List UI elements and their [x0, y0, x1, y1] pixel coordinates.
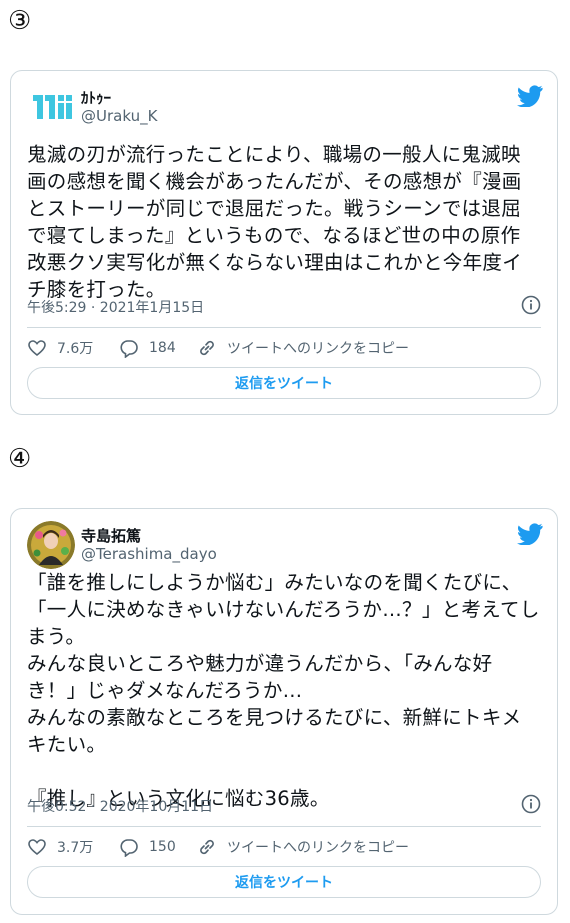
link-icon [200, 340, 214, 356]
reply-action[interactable]: 150 [119, 836, 176, 858]
display-name[interactable]: 寺島拓篤 [81, 525, 141, 546]
copy-link-label: ツイートへのリンクをコピー [227, 840, 409, 856]
tweet-card-2[interactable]: 寺島拓篤 @Terashima_dayo 「誰を推しにしようか悩む」みたいなのを… [10, 508, 558, 915]
reply-tweet-button[interactable]: 返信をツイート [27, 367, 541, 399]
like-action[interactable]: 3.7万 [27, 836, 93, 858]
user-handle[interactable]: @Uraku_K [81, 107, 157, 125]
like-action[interactable]: 7.6万 [27, 337, 93, 359]
avatar[interactable] [27, 521, 75, 569]
copy-link-action[interactable]: ツイートへのリンクをコピー [197, 836, 409, 858]
reply-count: 184 [149, 340, 176, 356]
info-icon[interactable] [521, 295, 541, 315]
twitter-bird-icon[interactable] [517, 523, 543, 545]
section-marker-3: ③ [8, 6, 32, 36]
tweet-header: 寺島拓篤 @Terashima_dayo [27, 521, 543, 569]
tweet-text: 「誰を推しにしようか悩む」みたいなのを聞くたびに、 「一人に決めなきゃいけないん… [27, 571, 540, 810]
reply-count: 150 [149, 839, 176, 855]
copy-link-label: ツイートへのリンクをコピー [227, 341, 409, 357]
tweet-timestamp[interactable]: 午後0:52 · 2020年10月11日 [27, 796, 213, 816]
link-icon [200, 839, 214, 855]
user-handle[interactable]: @Terashima_dayo [81, 545, 217, 563]
twitter-bird-icon[interactable] [517, 85, 543, 107]
reply-icon [120, 340, 138, 358]
section-marker-4: ④ [8, 444, 32, 474]
divider [27, 826, 541, 827]
display-name[interactable]: ｶﾄｩｰ [81, 87, 111, 108]
like-count: 7.6万 [57, 341, 94, 357]
reply-tweet-button[interactable]: 返信をツイート [27, 866, 541, 898]
profile-photo-icon [27, 521, 75, 569]
heart-icon [28, 340, 46, 357]
reply-action[interactable]: 184 [119, 337, 176, 359]
copy-link-action[interactable]: ツイートへのリンクをコピー [197, 337, 409, 359]
tweet-actions: 7.6万 184 ツイートへのリンクをコピー [27, 337, 547, 361]
tweet-actions: 3.7万 150 ツイートへのリンクをコピー [27, 836, 547, 860]
info-icon[interactable] [521, 794, 541, 814]
like-count: 3.7万 [57, 840, 94, 856]
logo-avatar-icon [27, 83, 75, 131]
divider [27, 327, 541, 328]
avatar[interactable] [27, 83, 75, 131]
tweet-card-1[interactable]: ｶﾄｩｰ @Uraku_K 鬼滅の刃が流行ったことにより、職場の一般人に鬼滅映 … [10, 70, 558, 415]
tweet-header: ｶﾄｩｰ @Uraku_K [27, 83, 543, 131]
heart-icon [28, 839, 46, 856]
tweet-timestamp[interactable]: 午後5:29 · 2021年1月15日 [27, 297, 204, 317]
reply-icon [120, 839, 138, 857]
tweet-text: 鬼滅の刃が流行ったことにより、職場の一般人に鬼滅映 画の感想を聞く機会があったん… [27, 143, 523, 301]
